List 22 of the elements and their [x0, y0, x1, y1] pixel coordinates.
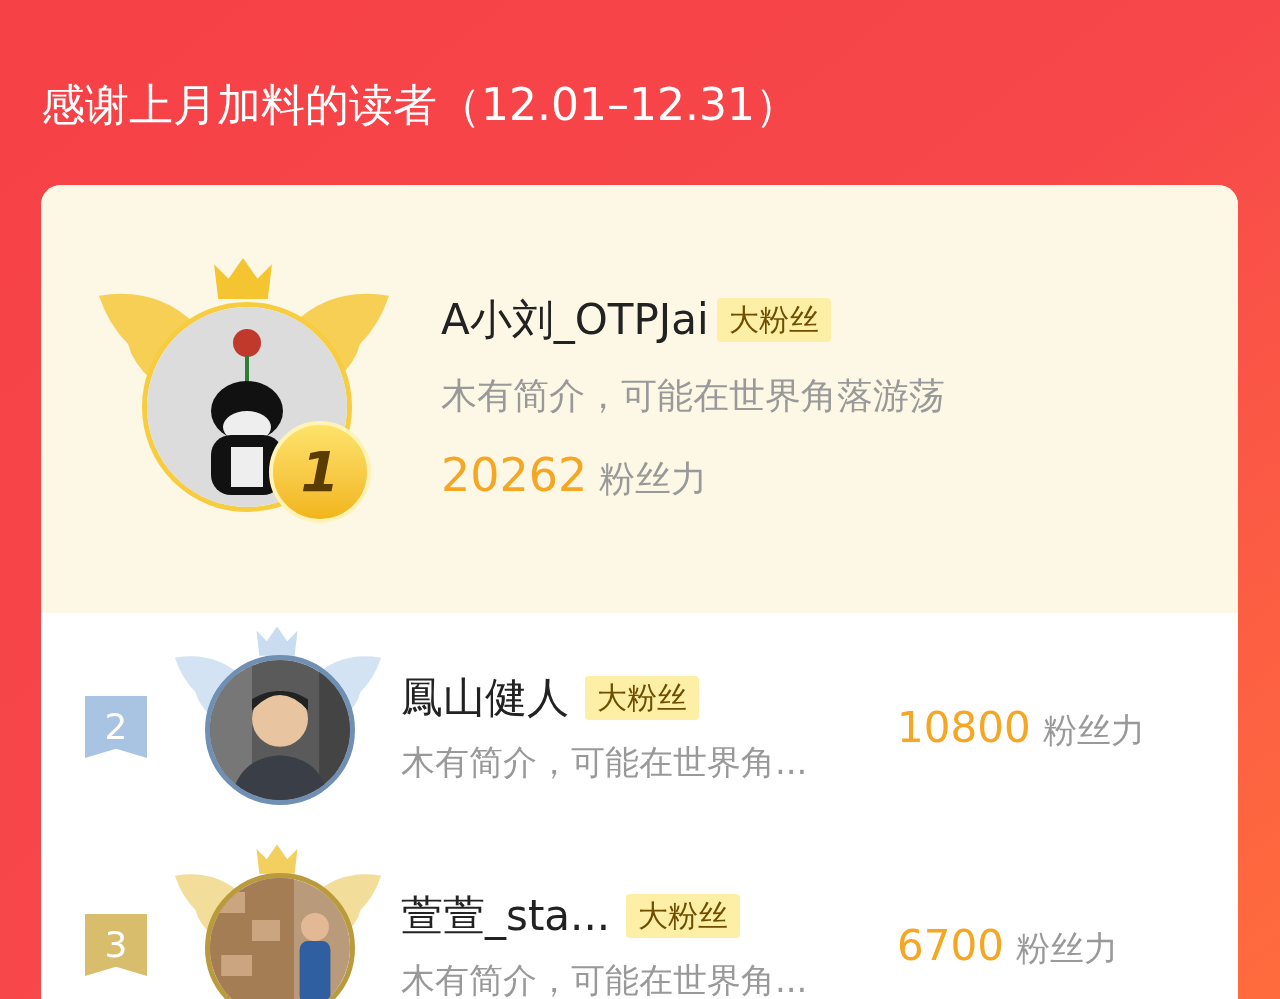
user-bio: 木有简介，可能在世界角落游荡: [441, 374, 945, 418]
user-name: 鳳山健人: [401, 672, 569, 724]
fan-badge: 大粉丝: [585, 675, 699, 720]
score-unit: 粉丝力: [599, 457, 708, 501]
crown-icon: [212, 256, 274, 300]
rank-ribbon: 3: [85, 914, 147, 976]
fan-score: 6700: [897, 919, 1004, 972]
user-name: A小刘_OTPJai: [441, 294, 709, 346]
rank-medal: 1: [269, 421, 371, 523]
user-name: 萱萱_sta...: [401, 890, 611, 942]
rank-ribbon: 2: [85, 696, 147, 758]
crown-icon: [255, 843, 299, 874]
user-bio: 木有简介，可能在世界角...: [401, 741, 809, 784]
fan-badge: 大粉丝: [626, 893, 741, 938]
score-unit: 粉丝力: [1015, 926, 1118, 970]
fan-score: 10800: [897, 701, 1031, 754]
fan-badge: 大粉丝: [716, 297, 831, 342]
page-title: 感谢上月加料的读者（12.01–12.31）: [41, 78, 800, 132]
fan-score: 20262: [441, 447, 588, 504]
crown-icon: [255, 625, 299, 656]
score-unit: 粉丝力: [1042, 708, 1145, 752]
user-bio: 木有简介，可能在世界角...: [401, 959, 809, 999]
